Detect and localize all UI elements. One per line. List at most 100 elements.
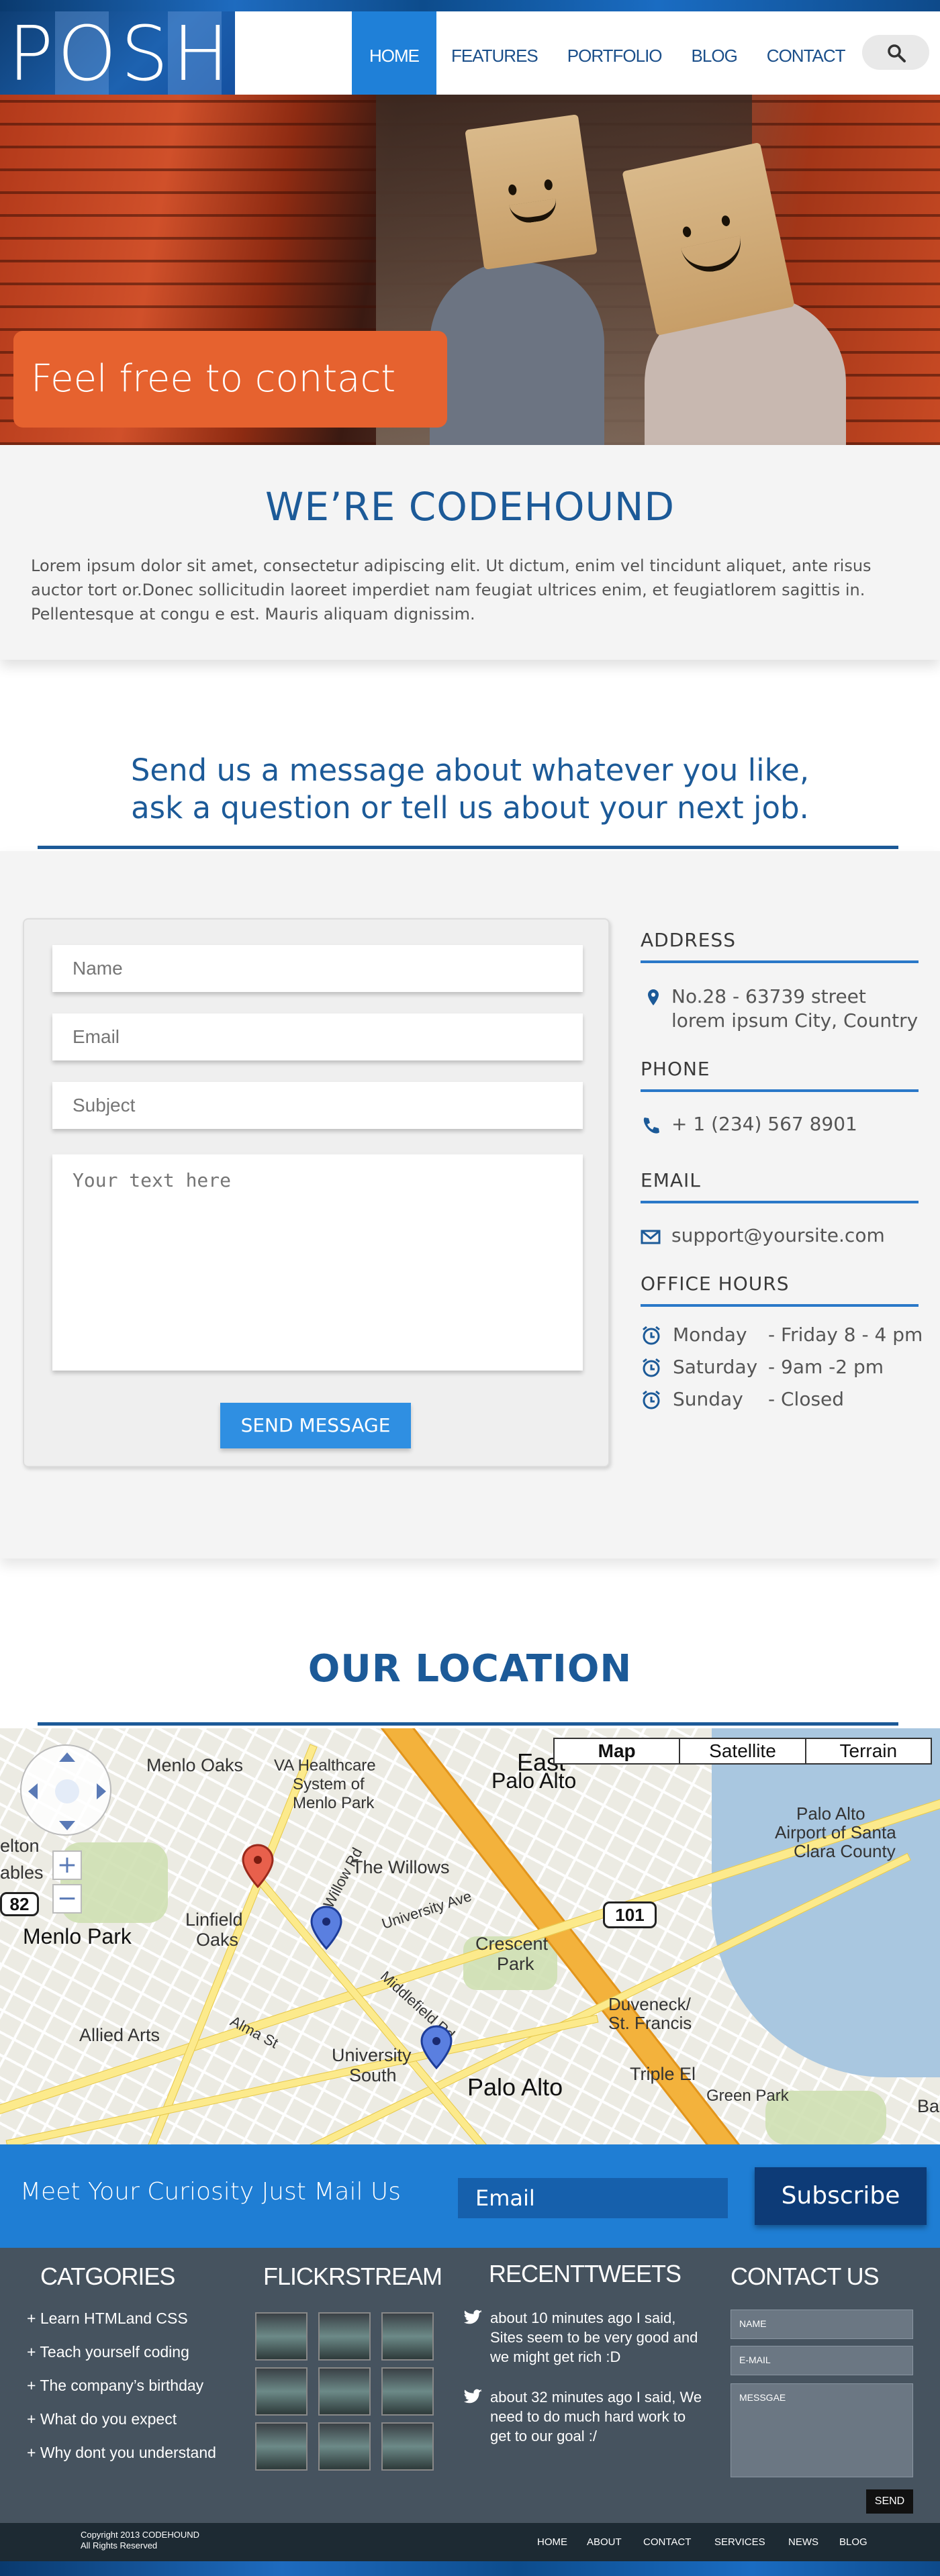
bottom-nav-contact[interactable]: CONTACT bbox=[643, 2536, 691, 2548]
message-heading: Send us a message about whatever you lik… bbox=[0, 752, 940, 827]
map-label: South bbox=[349, 2065, 397, 2085]
search-icon bbox=[888, 44, 906, 62]
map-marker-icon[interactable] bbox=[308, 1904, 348, 1965]
address-title: ADDRESS bbox=[641, 929, 736, 951]
email-address[interactable]: support@yoursite.com bbox=[671, 1223, 885, 1248]
email-title: EMAIL bbox=[641, 1169, 701, 1191]
map-marker-icon[interactable] bbox=[239, 1842, 279, 1903]
nav-portfolio[interactable]: PORTFOLIO bbox=[553, 11, 677, 95]
nav-contact[interactable]: CONTACT bbox=[752, 11, 860, 95]
logo-text: POSH bbox=[8, 11, 234, 95]
flickr-thumbnail[interactable] bbox=[381, 2312, 434, 2361]
hours-day: Sunday bbox=[673, 1388, 743, 1410]
footer-send-button[interactable]: SEND bbox=[866, 2489, 913, 2514]
map-label: Palo Alto bbox=[796, 1803, 865, 1824]
send-message-button[interactable]: SEND MESSAGE bbox=[220, 1403, 411, 1448]
tweets-title: RECENTTWEETS bbox=[489, 2260, 682, 2287]
zoom-out-button[interactable]: − bbox=[52, 1884, 82, 1914]
bottom-nav-about[interactable]: ABOUT bbox=[587, 2536, 622, 2548]
hours-time: - 9am -2 pm bbox=[768, 1356, 884, 1378]
pan-arrows-icon bbox=[28, 1752, 106, 1830]
bottom-bar: Copyright 2013 CODEHOUND All Rights Rese… bbox=[0, 2523, 940, 2561]
bottom-nav-home[interactable]: HOME bbox=[537, 2536, 567, 2548]
contact-form: SEND MESSAGE bbox=[23, 918, 610, 1467]
copyright-line2: All Rights Reserved bbox=[81, 2540, 158, 2550]
bottom-nav-services[interactable]: SERVICES bbox=[714, 2536, 765, 2548]
map-marker-icon[interactable] bbox=[418, 2024, 458, 2084]
divider bbox=[641, 960, 919, 963]
category-link[interactable]: + The company’s birthday bbox=[27, 2377, 203, 2395]
map-label: Crescent bbox=[475, 1934, 549, 1954]
nav-blog[interactable]: BLOG bbox=[677, 11, 752, 95]
phone-icon bbox=[643, 1118, 659, 1134]
flickr-thumbnail[interactable] bbox=[381, 2367, 434, 2416]
phone-number[interactable]: + 1 (234) 567 8901 bbox=[671, 1111, 857, 1137]
category-link[interactable]: + Teach yourself coding bbox=[27, 2343, 189, 2361]
divider bbox=[641, 1201, 919, 1203]
footer-email-input[interactable]: E-MAIL bbox=[731, 2346, 913, 2375]
map-label: System of bbox=[293, 1775, 365, 1793]
footer-name-input[interactable]: NAME bbox=[731, 2310, 913, 2339]
category-link[interactable]: + What do you expect bbox=[27, 2410, 177, 2428]
categories-title: CATGORIES bbox=[40, 2263, 175, 2290]
phone-block: PHONE + 1 (234) 567 8901 bbox=[641, 1058, 919, 1135]
bottom-nav-news[interactable]: NEWS bbox=[788, 2536, 818, 2548]
contact-section: SEND MESSAGE ADDRESS No.28 - 63739 stree… bbox=[0, 851, 940, 1558]
subscribe-label: Meet Your Curiosity Just Mail Us bbox=[20, 2178, 402, 2206]
flickr-thumbnail[interactable] bbox=[318, 2312, 371, 2361]
logo[interactable]: POSH bbox=[0, 11, 235, 95]
copyright: Copyright 2013 CODEHOUND All Rights Rese… bbox=[81, 2530, 199, 2551]
footer: CATGORIES + Learn HTMLand CSS + Teach yo… bbox=[0, 2248, 940, 2523]
nav-features[interactable]: FEATURES bbox=[436, 11, 553, 95]
office-hours-title: OFFICE HOURS bbox=[641, 1273, 790, 1295]
map-label: Clara County bbox=[794, 1841, 896, 1861]
map-label: ables bbox=[0, 1863, 44, 1883]
category-link[interactable]: + Learn HTMLand CSS bbox=[27, 2310, 188, 2328]
flickr-thumbnail[interactable] bbox=[381, 2422, 434, 2471]
map-label: Menlo Park bbox=[293, 1794, 375, 1812]
nav-home[interactable]: HOME bbox=[352, 11, 436, 95]
message-heading-line2: ask a question or tell us about your nex… bbox=[131, 790, 809, 826]
map-label: Ba bbox=[917, 2096, 940, 2116]
category-link[interactable]: + Why dont you understand bbox=[27, 2444, 216, 2462]
flickr-thumbnail[interactable] bbox=[255, 2422, 308, 2471]
message-textarea[interactable] bbox=[52, 1154, 583, 1371]
name-input[interactable] bbox=[52, 945, 583, 992]
flickr-thumbnail[interactable] bbox=[255, 2367, 308, 2416]
footer-message-input[interactable]: MESSGAE bbox=[731, 2383, 913, 2477]
subscribe-email-input[interactable]: Email bbox=[458, 2178, 728, 2218]
highway-82-shield: 82 bbox=[0, 1892, 39, 1916]
map-type-map[interactable]: Map bbox=[555, 1739, 681, 1763]
flickr-gallery bbox=[255, 2312, 434, 2473]
map-label: Linfield bbox=[185, 1910, 243, 1930]
subject-input[interactable] bbox=[52, 1082, 583, 1129]
phone-title: PHONE bbox=[641, 1058, 710, 1080]
clock-icon bbox=[643, 1326, 660, 1345]
about-title: WE’RE CODEHOUND bbox=[265, 484, 675, 530]
flickr-thumbnail[interactable] bbox=[318, 2422, 371, 2471]
divider bbox=[641, 1089, 919, 1092]
address-line2: lorem ipsum City, Country bbox=[671, 1009, 919, 1032]
bottom-nav-blog[interactable]: BLOG bbox=[839, 2536, 867, 2548]
map-type-satellite[interactable]: Satellite bbox=[680, 1739, 806, 1763]
flickr-thumbnail[interactable] bbox=[318, 2367, 371, 2416]
map-label: Park bbox=[497, 1954, 534, 1974]
tweet-text: about 32 minutes ago I said, We need to … bbox=[490, 2389, 702, 2444]
email-input[interactable] bbox=[52, 1013, 583, 1060]
map-type-terrain[interactable]: Terrain bbox=[806, 1739, 931, 1763]
divider bbox=[641, 1304, 919, 1307]
zoom-in-button[interactable]: + bbox=[52, 1850, 82, 1880]
search-button[interactable] bbox=[862, 35, 929, 70]
flickr-thumbnail[interactable] bbox=[255, 2312, 308, 2361]
subscribe-button[interactable]: Subscribe bbox=[755, 2167, 927, 2225]
subscribe-bar: Meet Your Curiosity Just Mail Us Email S… bbox=[0, 2144, 940, 2248]
map-label: St. Francis bbox=[608, 2013, 692, 2033]
location-title: OUR LOCATION bbox=[308, 1647, 632, 1691]
map-label: Menlo Oaks bbox=[146, 1755, 244, 1775]
map-pan-control[interactable] bbox=[20, 1744, 111, 1836]
clock-icon bbox=[643, 1358, 660, 1377]
google-map[interactable]: Menlo Oaks VA Healthcare System of Menlo… bbox=[0, 1728, 940, 2144]
divider bbox=[38, 1722, 898, 1726]
header: POSH HOME FEATURES PORTFOLIO BLOG CONTAC… bbox=[0, 11, 940, 95]
map-label: Allied Arts bbox=[79, 2025, 160, 2045]
